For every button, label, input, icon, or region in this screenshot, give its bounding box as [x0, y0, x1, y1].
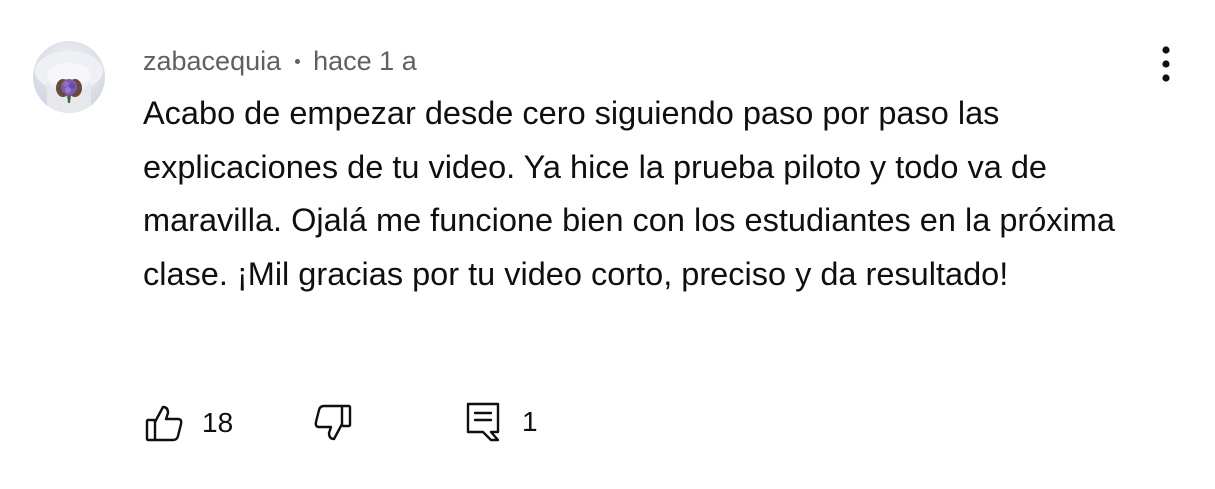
reply-button[interactable]: 1	[465, 400, 538, 444]
comment-header: zabacequia hace 1 a	[143, 44, 417, 78]
separator-dot	[295, 58, 301, 64]
dislike-button[interactable]	[313, 402, 353, 444]
thumbs-down-icon	[314, 404, 352, 441]
comment-text: Acabo de empezar desde cero siguiendo pa…	[143, 95, 1115, 292]
thumbs-up-icon	[145, 405, 183, 442]
avatar[interactable]	[33, 41, 105, 113]
author-name[interactable]: zabacequia	[143, 46, 281, 77]
reply-count: 1	[522, 406, 538, 437]
more-vertical-icon	[1162, 46, 1170, 82]
comment-reply-icon	[466, 402, 500, 442]
like-button[interactable]: 18	[144, 402, 233, 444]
more-options-button[interactable]	[1150, 42, 1182, 86]
avatar-image	[35, 51, 103, 113]
comment-time[interactable]: hace 1 a	[313, 46, 417, 77]
like-count: 18	[202, 407, 234, 438]
